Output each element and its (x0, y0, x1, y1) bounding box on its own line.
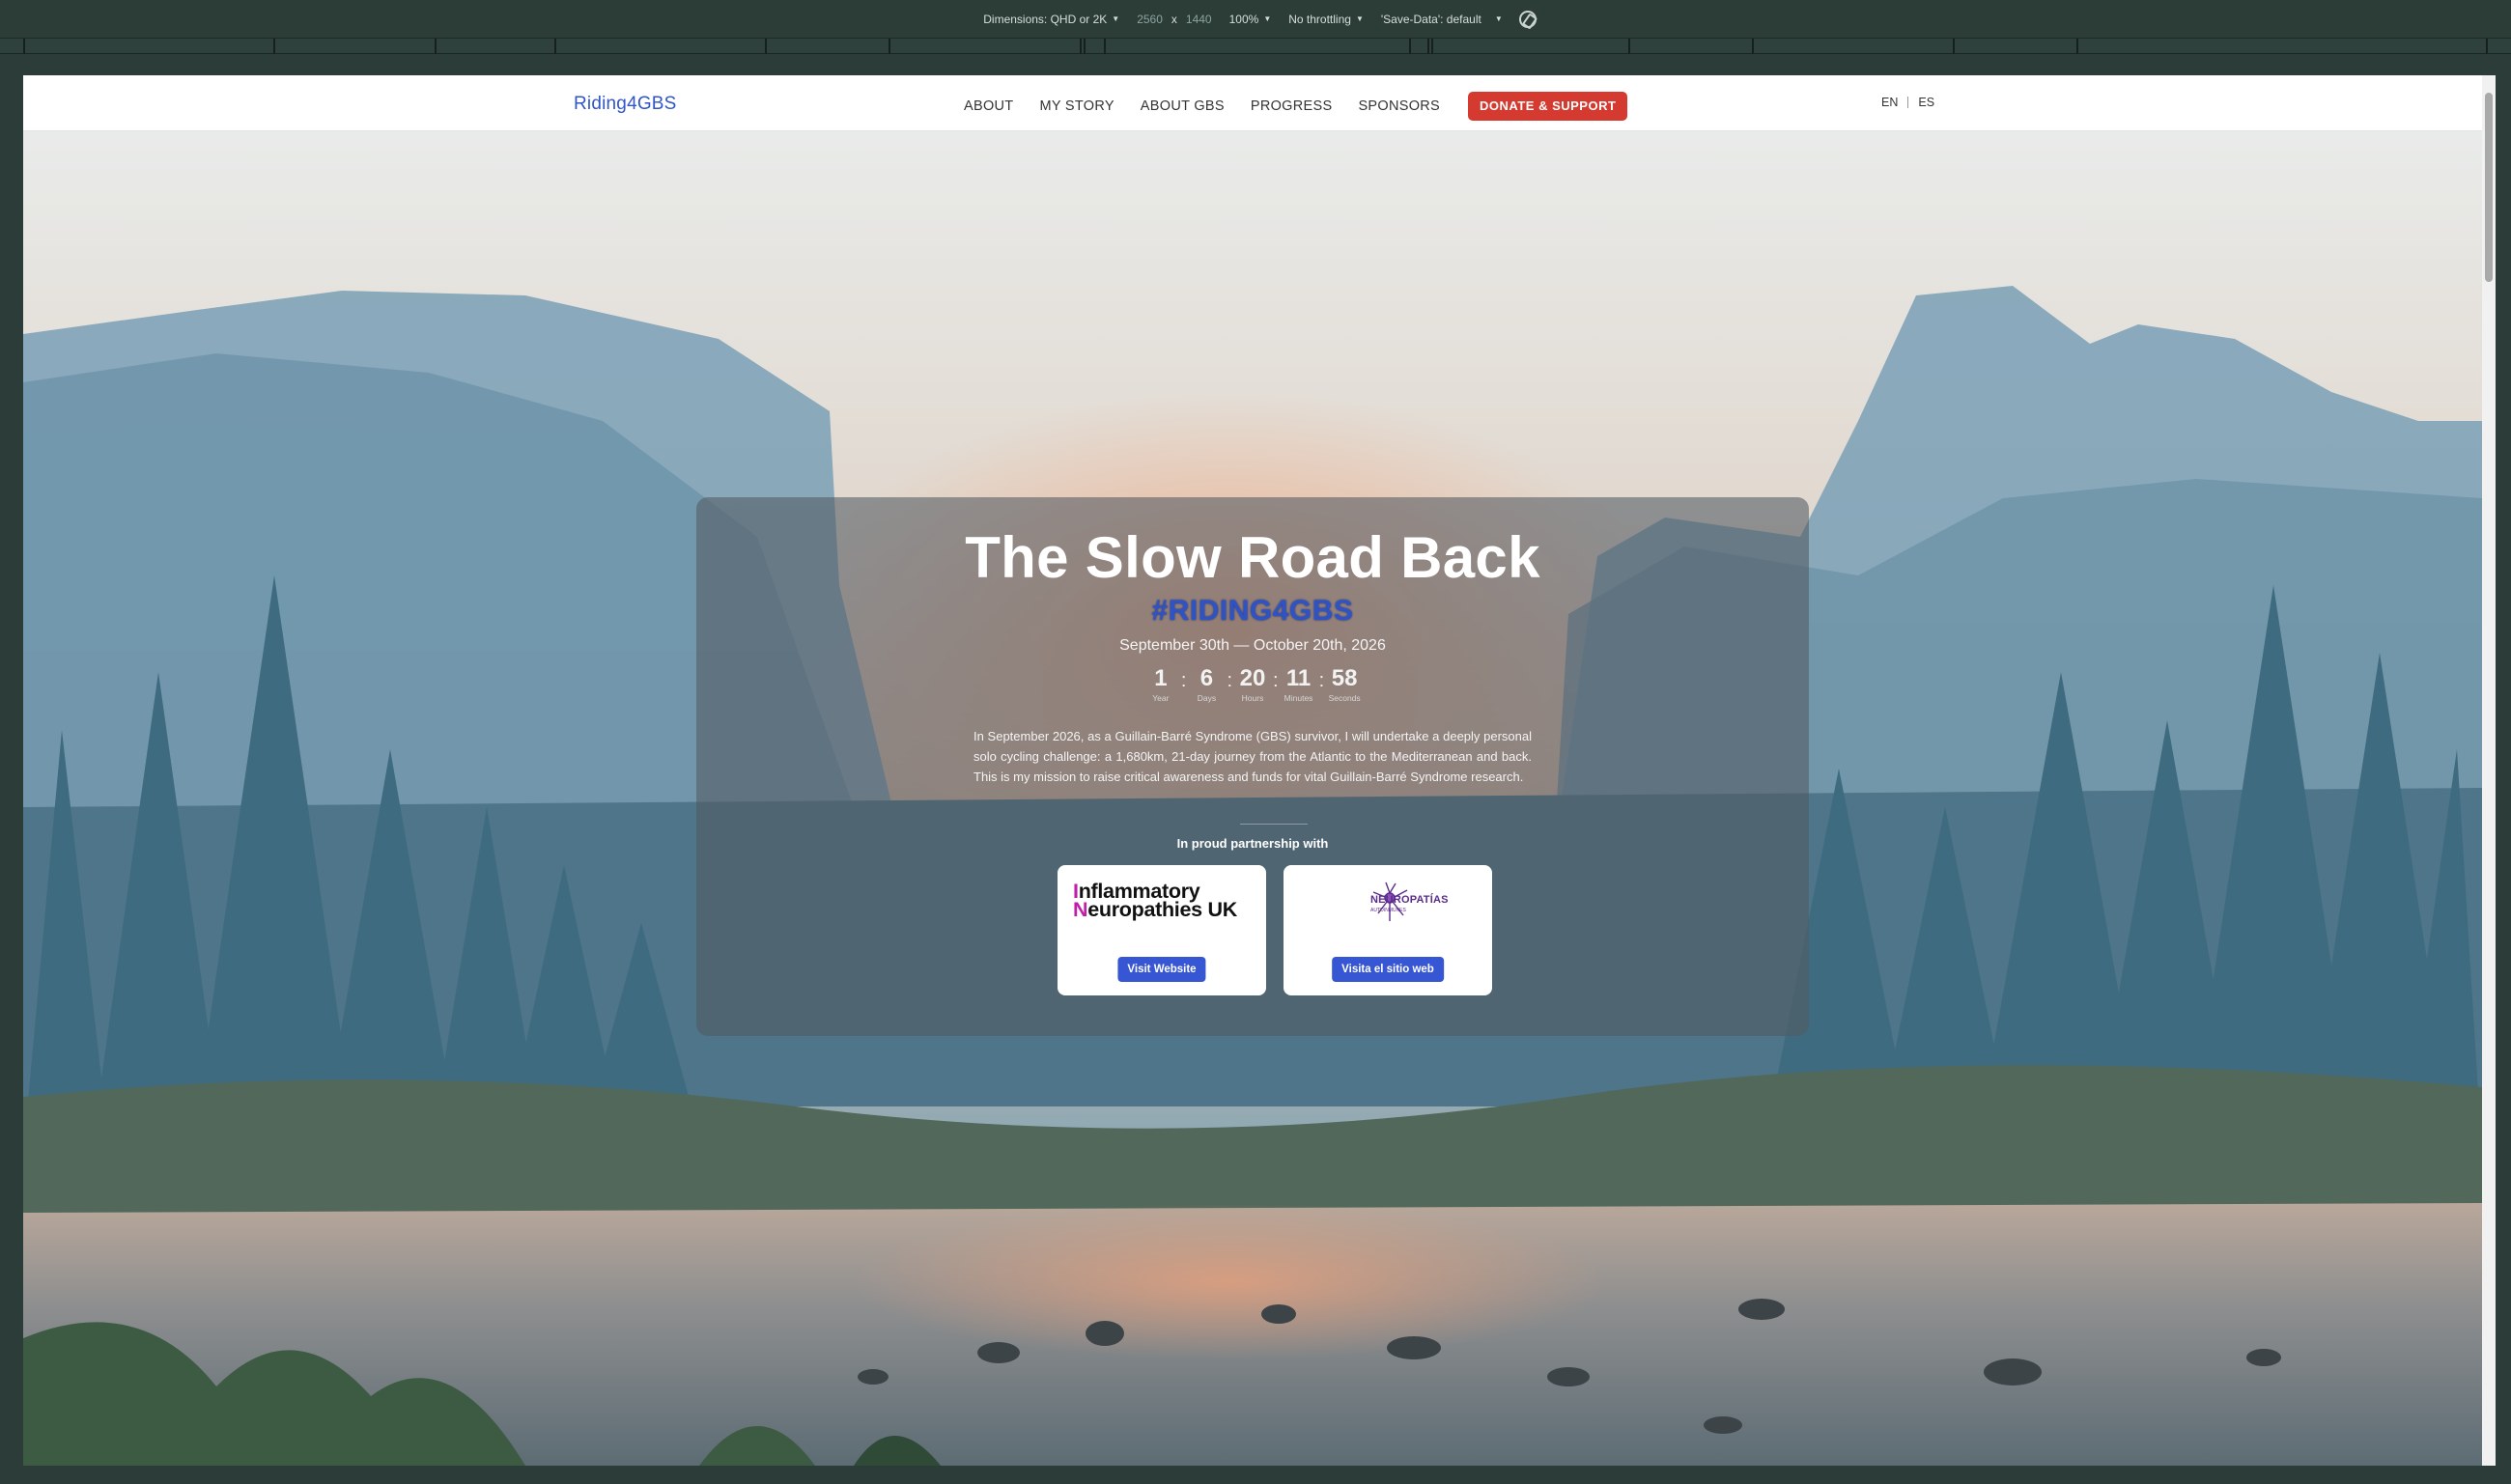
lang-es-link[interactable]: ES (1918, 96, 1934, 109)
times-label: x (1171, 12, 1177, 26)
nav-link-sponsors[interactable]: SPONSORS (1358, 93, 1440, 120)
donate-button[interactable]: DONATE & SUPPORT (1468, 92, 1628, 121)
countdown-label: Year (1152, 693, 1170, 703)
nav-link-my-story[interactable]: MY STORY (1039, 93, 1114, 120)
save-data-label: 'Save-Data': default (1380, 12, 1481, 26)
chevron-down-icon: ▼ (1494, 14, 1503, 23)
neuropatias-logo: NEUROPATÍAS AUTOINMUNES (1332, 881, 1448, 929)
countdown-value: 6 (1199, 665, 1214, 691)
countdown-years: 1 Year (1144, 665, 1177, 703)
devtools-device-toolbar: Dimensions: QHD or 2K ▼ 2560 x 1440 100%… (0, 0, 2511, 39)
countdown-label: Seconds (1328, 693, 1361, 703)
visit-website-button[interactable]: Visit Website (1117, 957, 1206, 982)
countdown-hours: 20 Hours (1236, 665, 1269, 703)
countdown-separator: : (1227, 670, 1232, 691)
nav-link-about-gbs[interactable]: ABOUT GBS (1141, 93, 1225, 120)
hero-card: The Slow Road Back #RIDING4GBS September… (696, 497, 1809, 1036)
countdown-minutes: 11 Minutes (1283, 665, 1315, 703)
width-input[interactable]: 2560 (1137, 13, 1163, 26)
visit-website-button-es[interactable]: Visita el sitio web (1332, 957, 1444, 982)
section-divider (1240, 824, 1308, 825)
hero-hashtag: #RIDING4GBS (1151, 595, 1354, 627)
countdown-value: 20 (1239, 665, 1266, 691)
language-switcher: EN ES (1881, 96, 1934, 109)
height-input[interactable]: 1440 (1186, 13, 1212, 26)
partner-card-iuk: Inflammatory Neuropathies UK Visit Websi… (1058, 865, 1266, 995)
lang-divider (1907, 97, 1909, 108)
countdown-label: Days (1197, 693, 1217, 703)
scrollbar-track[interactable] (2482, 75, 2496, 1466)
throttling-label: No throttling (1288, 12, 1351, 26)
countdown-seconds: 58 Seconds (1328, 665, 1361, 703)
countdown-label: Hours (1241, 693, 1264, 703)
chevron-down-icon: ▼ (1355, 14, 1364, 23)
lang-en-link[interactable]: EN (1881, 96, 1898, 109)
partner-heading: In proud partnership with (1176, 836, 1329, 851)
iuk-logo: Inflammatory Neuropathies UK (1073, 880, 1237, 921)
hero-title: The Slow Road Back (965, 525, 1540, 590)
countdown-timer: 1 Year : 6 Days : 20 Hours : 11 Minutes … (696, 665, 1809, 703)
countdown-value: 1 (1154, 665, 1168, 691)
dimensions-label: Dimensions: QHD or 2K (983, 12, 1108, 26)
zoom-dropdown[interactable]: 100% ▼ (1229, 13, 1272, 26)
partner-card-neuropatias: NEUROPATÍAS AUTOINMUNES Visita el sitio … (1284, 865, 1492, 995)
chevron-down-icon: ▼ (1263, 14, 1272, 23)
rotate-icon[interactable] (1518, 10, 1537, 28)
nav-links: ABOUT MY STORY ABOUT GBS PROGRESS SPONSO… (964, 92, 1628, 121)
countdown-value: 11 (1285, 665, 1312, 691)
countdown-days: 6 Days (1190, 665, 1223, 703)
nav-link-about[interactable]: ABOUT (964, 93, 1013, 120)
countdown-label: Minutes (1284, 693, 1313, 703)
event-dates: September 30th — October 20th, 2026 (1119, 637, 1386, 654)
emulated-viewport: Riding4GBS ABOUT MY STORY ABOUT GBS PROG… (23, 75, 2482, 1466)
dimensions-dropdown[interactable]: Dimensions: QHD or 2K ▼ (983, 13, 1119, 26)
nav-link-progress[interactable]: PROGRESS (1251, 93, 1333, 120)
save-data-dropdown[interactable]: 'Save-Data': default ▼ (1381, 13, 1503, 26)
site-logo[interactable]: Riding4GBS (574, 94, 677, 115)
chevron-down-icon: ▼ (1112, 14, 1120, 23)
zoom-label: 100% (1228, 12, 1259, 26)
countdown-separator: : (1318, 670, 1325, 691)
countdown-separator: : (1180, 670, 1187, 691)
site-navbar: Riding4GBS ABOUT MY STORY ABOUT GBS PROG… (23, 75, 2482, 131)
throttling-dropdown[interactable]: No throttling ▼ (1288, 13, 1364, 26)
media-query-ruler (0, 39, 2511, 54)
countdown-separator: : (1273, 670, 1279, 691)
countdown-value: 58 (1331, 665, 1358, 691)
hero-description: In September 2026, as a Guillain-Barré S… (973, 729, 1532, 784)
scrollbar-thumb[interactable] (2485, 93, 2493, 282)
